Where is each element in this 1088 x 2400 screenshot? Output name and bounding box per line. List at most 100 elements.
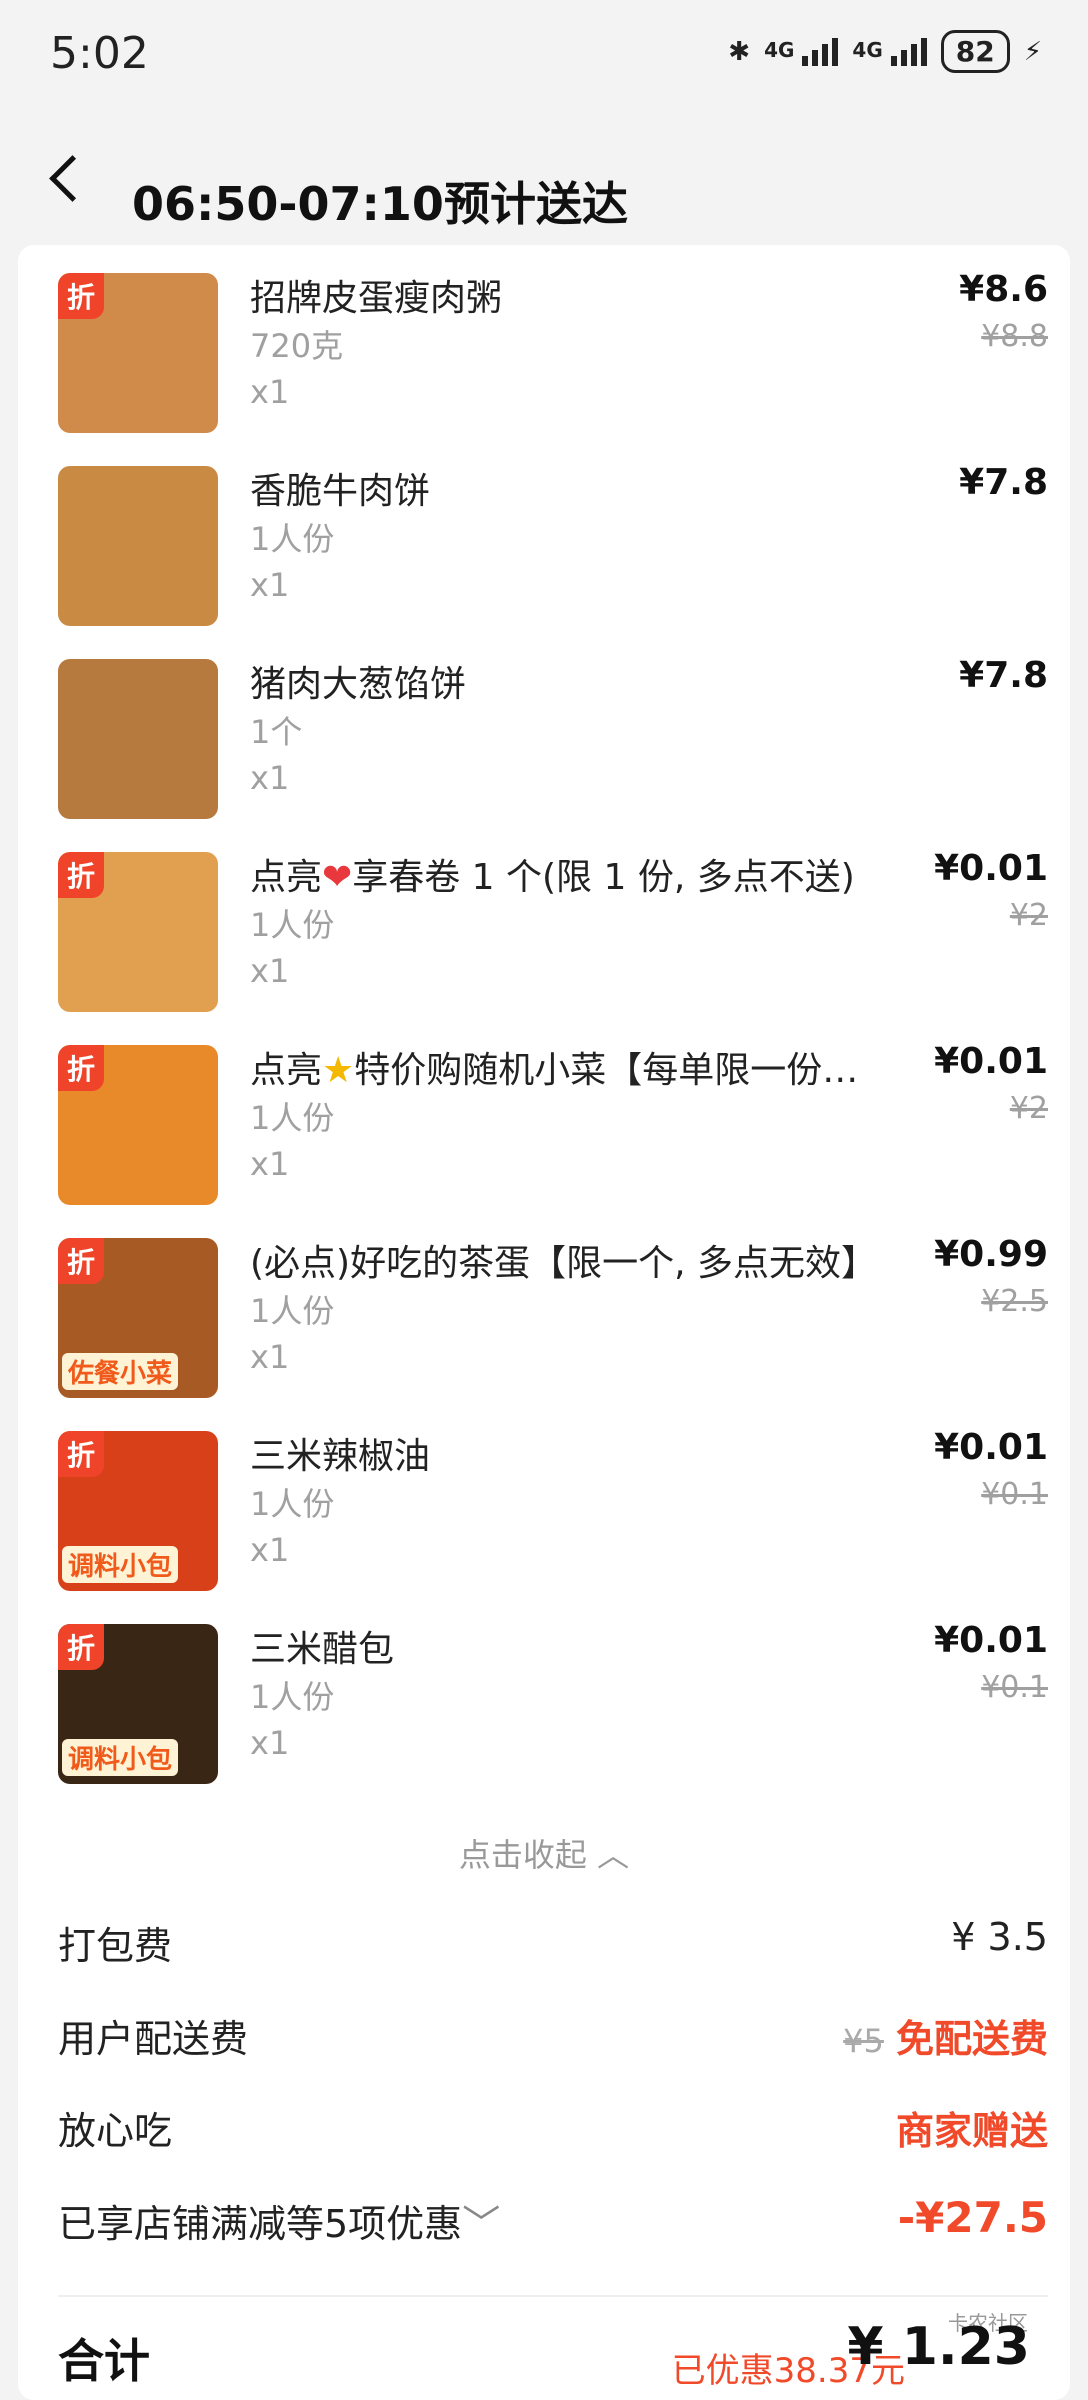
item-spec: 1人份 — [250, 1485, 335, 1523]
item-price: ¥8.6 — [959, 269, 1048, 310]
food-image — [58, 466, 218, 626]
food-image: 折 — [58, 273, 218, 433]
item-original-price: ¥0.1 — [981, 1477, 1048, 1512]
chevron-up-icon: ︿ — [597, 1836, 630, 1874]
packing-fee-label: 打包费 — [58, 1924, 173, 1968]
item-name: 点亮★特价购随机小菜【每单限一份… — [250, 1041, 858, 1093]
image-tag: 调料小包 — [62, 1739, 179, 1776]
discount-badge: 折 — [58, 1045, 104, 1091]
item-quantity: x1 — [250, 1338, 290, 1376]
signal-icon: 4G — [764, 37, 839, 66]
item-spec: 1人份 — [250, 1099, 335, 1137]
packing-fee-row: 打包费 ¥ 3.5 — [58, 1915, 1048, 1970]
food-image: 折调料小包 — [58, 1624, 218, 1784]
delivery-fee-original: ¥5 — [843, 2022, 884, 2060]
page-title: 06:50-07:10预计送达 — [132, 177, 628, 231]
item-spec: 720克 — [250, 327, 344, 365]
item-name-suffix: 特价购随机小菜【每单限一份… — [354, 1050, 859, 1091]
back-arrow-icon[interactable] — [49, 155, 96, 202]
status-bar: 5:02 ✱ 4G 4G 82 ⚡ — [0, 0, 1088, 110]
item-name-prefix: 点亮 — [250, 857, 323, 898]
item-name: 三米醋包 — [250, 1629, 395, 1670]
food-image: 折 — [58, 852, 218, 1012]
food-image: 折调料小包 — [58, 1431, 218, 1591]
item-price: ¥7.8 — [959, 655, 1048, 696]
item-price: ¥0.01 — [934, 1620, 1048, 1661]
item-name: 香脆牛肉饼 — [250, 471, 431, 512]
item-price: ¥7.8 — [959, 462, 1048, 503]
item-spec: 1人份 — [250, 520, 335, 558]
heart-icon: ❤ — [322, 857, 353, 898]
battery-icon: 82 — [940, 30, 1010, 73]
item-original-price: ¥2.5 — [981, 1284, 1048, 1319]
list-item[interactable]: 折 招牌皮蛋瘦肉粥 720克 x1 ¥8.6 ¥8.8 — [58, 253, 1048, 433]
discount-value: -¥27.5 — [897, 2193, 1048, 2242]
charging-icon: ⚡ — [1023, 36, 1042, 67]
status-time: 5:02 — [50, 28, 149, 79]
discount-badge: 折 — [58, 1238, 104, 1284]
item-price: ¥0.01 — [934, 1041, 1048, 1082]
safe-eat-row: 放心吃 商家赠送 — [58, 2100, 1048, 2155]
item-original-price: ¥2 — [1009, 1091, 1048, 1126]
discount-badge: 折 — [58, 852, 104, 898]
item-quantity: x1 — [250, 1724, 290, 1762]
item-name: 三米辣椒油 — [250, 1436, 431, 1477]
item-price: ¥0.99 — [934, 1234, 1048, 1275]
list-item[interactable]: 香脆牛肉饼 1人份 x1 ¥7.8 — [58, 446, 1048, 626]
item-quantity: x1 — [250, 952, 290, 990]
safe-eat-label: 放心吃 — [58, 2109, 173, 2153]
food-image — [58, 659, 218, 819]
star-icon: ★ — [322, 1050, 355, 1091]
delivery-fee-value: 免配送费 — [895, 2017, 1048, 2061]
list-item[interactable]: 折 点亮★特价购随机小菜【每单限一份… 1人份 x1 ¥0.01 ¥2 — [58, 1025, 1048, 1205]
item-price: ¥0.01 — [934, 848, 1048, 889]
delivery-fee-label: 用户配送费 — [58, 2017, 249, 2061]
item-name-suffix: 享春卷 1 个(限 1 份, 多点不送) — [352, 857, 855, 898]
item-name-prefix: 点亮 — [250, 1050, 323, 1091]
bluetooth-icon: ✱ — [728, 36, 751, 67]
discount-badge: 折 — [58, 273, 104, 319]
list-item[interactable]: 折调料小包 三米辣椒油 1人份 x1 ¥0.01 ¥0.1 — [58, 1411, 1048, 1591]
discount-label: 已享店铺满减等5项优惠 — [58, 2202, 463, 2246]
list-item[interactable]: 折调料小包 三米醋包 1人份 x1 ¥0.01 ¥0.1 — [58, 1604, 1048, 1784]
item-quantity: x1 — [250, 1145, 290, 1183]
item-quantity: x1 — [250, 373, 290, 411]
food-image: 折佐餐小菜 — [58, 1238, 218, 1398]
list-item[interactable]: 折 点亮❤享春卷 1 个(限 1 份, 多点不送) 1人份 x1 ¥0.01 ¥2 — [58, 832, 1048, 1012]
item-name: (必点)好吃的茶蛋【限一个, 多点无效】 — [250, 1243, 877, 1284]
item-quantity: x1 — [250, 759, 290, 797]
item-original-price: ¥8.8 — [981, 319, 1048, 354]
item-original-price: ¥0.1 — [981, 1670, 1048, 1705]
collapse-button[interactable]: 点击收起 ︿ — [18, 1830, 1070, 1876]
item-spec: 1人份 — [250, 1292, 335, 1330]
divider — [58, 2295, 1048, 2297]
item-name: 猪肉大葱馅饼 — [250, 664, 467, 705]
item-spec: 1人份 — [250, 906, 335, 944]
item-quantity: x1 — [250, 566, 290, 604]
item-price: ¥0.01 — [934, 1427, 1048, 1468]
image-tag: 调料小包 — [62, 1546, 179, 1583]
food-image: 折 — [58, 1045, 218, 1205]
item-original-price: ¥2 — [1009, 898, 1048, 933]
discount-badge: 折 — [58, 1431, 104, 1477]
list-item[interactable]: 猪肉大葱馅饼 1个 x1 ¥7.8 — [58, 639, 1048, 819]
total-amount: ¥ 1.23 — [847, 2317, 1030, 2377]
packing-fee-value: ¥ 3.5 — [951, 1915, 1048, 1959]
page-header: 06:50-07:10预计送达 — [0, 110, 1088, 245]
image-tag: 佐餐小菜 — [62, 1353, 179, 1390]
order-card: 折招牌皮蛋瘦肉粥 720克 x1 ¥8.6 ¥8.8 香脆牛肉饼 1人份 x1 ¥7.8 猪肉大葱… — [18, 245, 1070, 2400]
safe-eat-value: 商家赠送 — [895, 2109, 1048, 2153]
item-name: 点亮❤享春卷 1 个(限 1 份, 多点不送) — [250, 848, 855, 900]
list-item[interactable]: 折佐餐小菜 (必点)好吃的茶蛋【限一个, 多点无效】 1人份 x1 ¥0.99 ¥2.5 — [58, 1218, 1048, 1398]
signal-icon-2: 4G — [852, 37, 927, 66]
status-icons: ✱ 4G 4G 82 ⚡ — [728, 30, 1042, 73]
item-name: 招牌皮蛋瘦肉粥 — [250, 278, 503, 319]
item-spec: 1人份 — [250, 1678, 335, 1716]
discount-badge: 折 — [58, 1624, 104, 1670]
total-label: 合计 — [58, 2334, 150, 2388]
delivery-fee-row: 用户配送费 ¥5 免配送费 — [58, 2008, 1048, 2063]
chevron-down-icon: ﹀ — [462, 2202, 501, 2246]
item-spec: 1个 — [250, 713, 303, 751]
discount-row[interactable]: 已享店铺满减等5项优惠﹀ -¥27.5 — [58, 2193, 1048, 2248]
item-quantity: x1 — [250, 1531, 290, 1569]
